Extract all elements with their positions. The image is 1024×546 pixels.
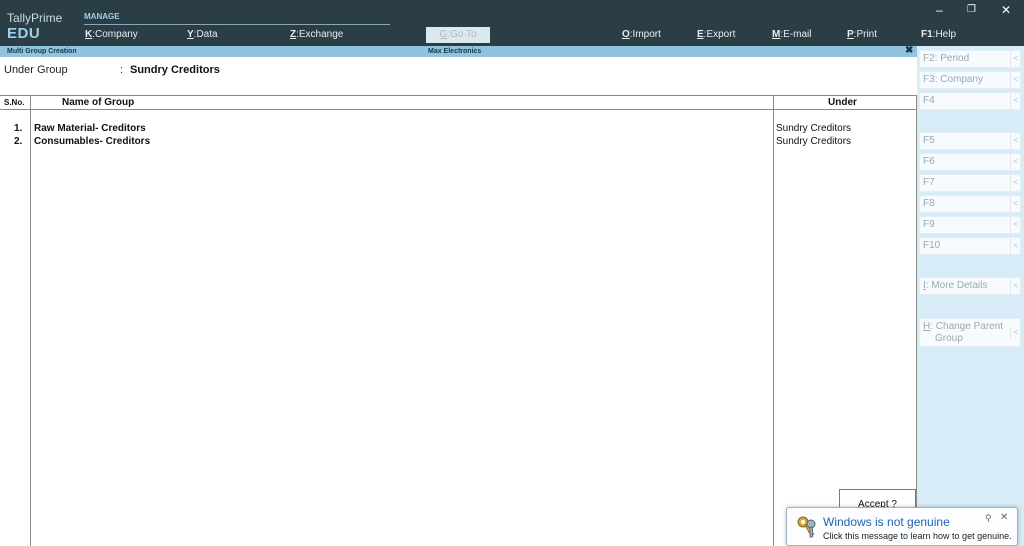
header-name: Name of Group xyxy=(62,97,135,108)
top-menu-bar: TallyPrime EDU MANAGE K:Company Y:Data Z… xyxy=(0,0,1024,46)
menu-company-label: :Company xyxy=(92,29,138,40)
chevron-left-icon: < xyxy=(1010,72,1018,88)
chevron-left-icon: < xyxy=(1010,133,1018,149)
notification-close-icon[interactable]: ✕ xyxy=(1000,512,1008,523)
tally-window: TallyPrime EDU MANAGE K:Company Y:Data Z… xyxy=(0,0,1024,546)
screen-title: Multi Group Creation xyxy=(7,48,77,55)
change-parent-group-button[interactable]: H: Change Parent Group < xyxy=(919,318,1021,347)
menu-export[interactable]: E:Export xyxy=(697,29,735,40)
menu-data[interactable]: Y:Data xyxy=(187,29,218,40)
f3-key: F3 xyxy=(923,74,935,85)
menu-export-label: :Export xyxy=(703,29,736,40)
screen-close-icon[interactable]: ✖ xyxy=(905,45,913,56)
under-group-label: Under Group xyxy=(4,64,68,76)
menu-import-key: O xyxy=(622,29,630,40)
change-parent-label-line2: Group xyxy=(935,333,963,344)
f7-button[interactable]: F7 < xyxy=(919,174,1021,192)
goto-label: :Go To xyxy=(447,29,477,40)
column-divider xyxy=(30,96,31,546)
row-under[interactable]: Sundry Creditors xyxy=(776,136,851,147)
f3-label: : Company xyxy=(934,74,984,85)
f2-label: : Period xyxy=(934,53,970,64)
column-divider xyxy=(773,96,774,546)
menu-data-key: Y xyxy=(187,29,194,40)
goto-button[interactable]: G:Go To xyxy=(426,27,490,43)
header-under: Under xyxy=(828,97,857,108)
company-name: Max Electronics xyxy=(428,48,482,55)
f6-button[interactable]: F6 < xyxy=(919,153,1021,171)
menu-print-key: P xyxy=(847,29,854,40)
chevron-left-icon: < xyxy=(1010,278,1018,294)
menu-print[interactable]: P:Print xyxy=(847,29,877,40)
menu-company[interactable]: K:Company xyxy=(85,29,138,40)
f3-company-button[interactable]: F3: Company < xyxy=(919,71,1021,89)
table-header: S.No. Name of Group Under xyxy=(0,96,917,110)
more-details-button[interactable]: I: More Details < xyxy=(919,277,1021,295)
change-parent-label: : Change Parent xyxy=(930,321,1004,332)
menu-import-label: :Import xyxy=(629,29,661,40)
f8-key: F8 xyxy=(923,198,935,209)
screen-header-strip: Multi Group Creation Max Electronics ✖ xyxy=(0,45,917,57)
windows-genuine-notification[interactable]: Windows is not genuine Click this messag… xyxy=(786,507,1018,546)
right-button-panel: F2: Period < F3: Company < F4 < F5 < F6 < F7 <… xyxy=(917,46,1024,546)
pin-icon[interactable]: ⚲ xyxy=(985,513,992,524)
menu-import[interactable]: O:Import xyxy=(622,29,661,40)
manage-section-label: MANAGE xyxy=(84,12,120,21)
chevron-left-icon: < xyxy=(1010,238,1018,254)
menu-exchange[interactable]: Z:Exchange xyxy=(290,29,343,40)
chevron-left-icon: < xyxy=(1010,196,1018,212)
f10-button[interactable]: F10 < xyxy=(919,237,1021,255)
under-group-field[interactable]: Sundry Creditors xyxy=(130,64,220,76)
f9-key: F9 xyxy=(923,219,935,230)
manage-divider xyxy=(84,24,390,25)
keys-icon xyxy=(797,516,816,538)
row-sno: 2. xyxy=(14,136,23,147)
chevron-left-icon: < xyxy=(1010,326,1018,339)
app-edition: EDU xyxy=(7,25,41,42)
notification-title[interactable]: Windows is not genuine xyxy=(823,515,950,529)
f8-button[interactable]: F8 < xyxy=(919,195,1021,213)
f2-period-button[interactable]: F2: Period < xyxy=(919,50,1021,68)
groups-table: S.No. Name of Group Under 1. Raw Materia… xyxy=(0,95,917,546)
menu-help-key: F1 xyxy=(921,29,933,40)
f6-key: F6 xyxy=(923,156,935,167)
chevron-left-icon: < xyxy=(1010,217,1018,233)
menu-email-label: :E-mail xyxy=(780,29,812,40)
more-details-label: : More Details xyxy=(925,280,988,291)
f5-key: F5 xyxy=(923,135,935,146)
table-row[interactable]: 2. Consumables- Creditors Sundry Credito… xyxy=(0,136,917,149)
f9-button[interactable]: F9 < xyxy=(919,216,1021,234)
row-sno: 1. xyxy=(14,123,23,134)
restore-icon[interactable]: ❐ xyxy=(967,4,976,15)
header-sno: S.No. xyxy=(4,98,25,107)
f4-button[interactable]: F4 < xyxy=(919,92,1021,110)
menu-help[interactable]: F1:Help xyxy=(921,29,956,40)
f10-key: F10 xyxy=(923,240,941,251)
f5-button[interactable]: F5 < xyxy=(919,132,1021,150)
chevron-left-icon: < xyxy=(1010,175,1018,191)
notification-body[interactable]: Click this message to learn how to get g… xyxy=(823,531,1012,541)
app-name: TallyPrime xyxy=(7,11,63,25)
chevron-left-icon: < xyxy=(1010,93,1018,109)
row-under[interactable]: Sundry Creditors xyxy=(776,123,851,134)
row-group-name[interactable]: Raw Material- Creditors xyxy=(34,123,146,134)
menu-print-label: :Print xyxy=(853,29,878,40)
under-group-colon: : xyxy=(120,64,124,76)
chevron-left-icon: < xyxy=(1010,51,1018,67)
menu-exchange-label: :Exchange xyxy=(296,29,344,40)
minimize-icon[interactable]: – xyxy=(936,3,943,17)
chevron-left-icon: < xyxy=(1010,154,1018,170)
menu-help-label: :Help xyxy=(932,29,957,40)
close-icon[interactable]: ✕ xyxy=(1001,3,1011,17)
menu-export-key: E xyxy=(697,29,704,40)
f2-key: F2 xyxy=(923,53,935,64)
menu-data-label: :Data xyxy=(193,29,218,40)
f7-key: F7 xyxy=(923,177,935,188)
row-group-name[interactable]: Consumables- Creditors xyxy=(34,136,150,147)
menu-email[interactable]: M:E-mail xyxy=(772,29,811,40)
table-row[interactable]: 1. Raw Material- Creditors Sundry Credit… xyxy=(0,123,917,136)
f4-key: F4 xyxy=(923,95,935,106)
